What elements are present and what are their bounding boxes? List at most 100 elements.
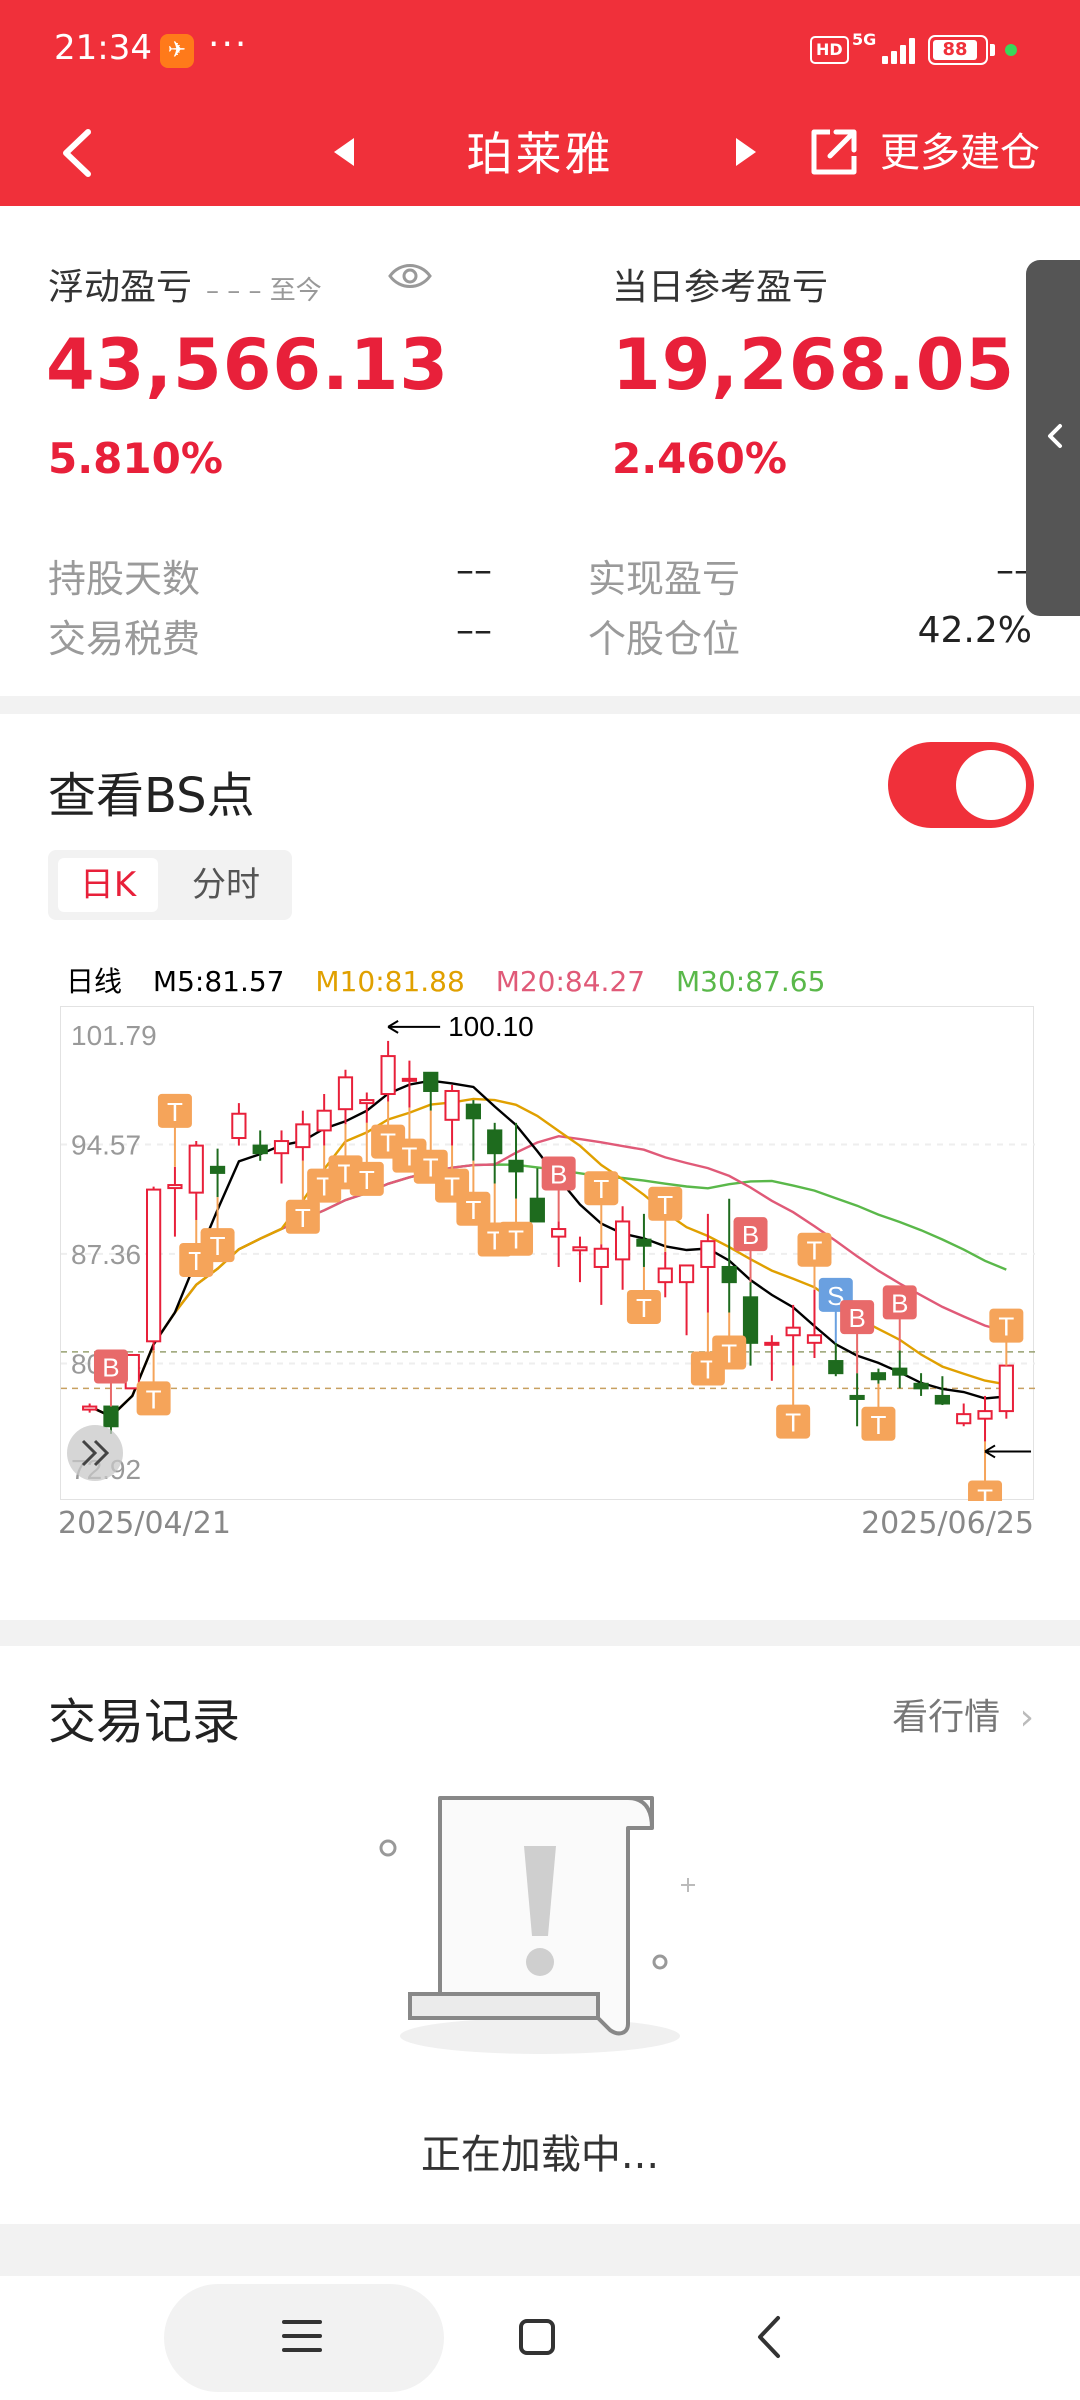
chart-end-date: 2025/06/25: [861, 1506, 1034, 1541]
nav-row: 珀莱雅 更多建仓: [0, 100, 1080, 206]
hold-days-value: ––: [456, 550, 492, 591]
page-title: 珀莱雅: [466, 127, 614, 181]
signal-icon: [880, 36, 920, 64]
candle-body: [465, 1103, 481, 1120]
system-back-icon[interactable]: [754, 2314, 784, 2360]
daily-pl-label: 当日参考盈亏: [612, 267, 829, 308]
eye-icon[interactable]: [386, 258, 434, 294]
candle-body: [742, 1296, 759, 1344]
candle-body: [806, 1334, 823, 1344]
daily-pl-pct: 2.460%: [612, 434, 787, 483]
candle-body: [892, 1367, 908, 1376]
bs-toggle[interactable]: [888, 742, 1034, 828]
ma30-line: [89, 1163, 1007, 1418]
marker-label: T: [593, 1174, 609, 1204]
next-stock-icon[interactable]: [720, 122, 770, 182]
ma20-label: M20:84.27: [495, 965, 646, 998]
candle-body: [273, 1140, 290, 1155]
ma30-label: M30:87.65: [676, 965, 826, 998]
candle-body: [529, 1197, 545, 1223]
top-bar: 21:34 ✈ ··· HD 5G 88 珀莱雅 更多建仓: [0, 0, 1080, 206]
position-ratio-value: 42.2%: [917, 610, 1032, 651]
more-position-button[interactable]: 更多建仓: [806, 118, 1066, 188]
battery-tip: [990, 44, 995, 56]
recent-apps-icon[interactable]: [282, 2318, 322, 2354]
chart-period-tabs: 日K 分时: [48, 850, 292, 920]
candle-body: [401, 1077, 418, 1082]
high-price-label: 100.10: [448, 1011, 534, 1042]
marker-label: T: [977, 1483, 993, 1501]
kline-chart[interactable]: 101.7994.5787.3680.1472.92BTTTTTTTTTTTTT…: [60, 1006, 1035, 1501]
trade-card: 交易记录 看行情 › 正在加载中...: [0, 1646, 1080, 2224]
candle-body: [167, 1184, 183, 1190]
candle-body: [146, 1188, 162, 1343]
more-position-label: 更多建仓: [880, 130, 1040, 176]
bs-card: 查看BS点 日K 分时 日线 M5:81.57 M10:81.88 M20:84…: [0, 714, 1080, 1620]
home-icon[interactable]: [518, 2318, 556, 2356]
floating-pl-range[interactable]: – – – 至今: [206, 276, 322, 306]
marker-label: T: [807, 1236, 823, 1266]
realized-pl-label: 实现盈亏: [588, 557, 741, 601]
view-quote-label: 看行情: [892, 1697, 1001, 1738]
chevron-left-icon: [1048, 424, 1062, 448]
marker-label: T: [465, 1195, 481, 1225]
marker-label: T: [146, 1384, 162, 1414]
floating-pl-pct: 5.810%: [48, 434, 223, 483]
candle-body: [934, 1394, 950, 1405]
candle-body: [359, 1099, 375, 1105]
tax-value: ––: [456, 610, 492, 651]
tab-intraday[interactable]: 分时: [174, 858, 278, 912]
marker-label: B: [891, 1288, 908, 1318]
marker-label: B: [102, 1353, 119, 1383]
candle-body: [231, 1112, 247, 1140]
external-link-icon: [811, 129, 857, 175]
chart-start-date: 2025/04/21: [58, 1506, 231, 1541]
empty-document-icon: [379, 1796, 695, 2054]
back-arrow-icon[interactable]: [52, 118, 112, 188]
candle-body: [572, 1246, 588, 1252]
candle-body: [188, 1144, 204, 1194]
prev-stock-icon[interactable]: [320, 122, 370, 182]
ma-period-label: 日线: [66, 965, 123, 998]
candle-body: [828, 1360, 844, 1375]
candle-body: [870, 1372, 887, 1381]
loading-text: 正在加载中...: [420, 2132, 660, 2178]
candle-body: [913, 1382, 929, 1390]
candle-body: [785, 1326, 801, 1337]
ma5-label: M5:81.57: [152, 965, 285, 998]
candle-body: [849, 1394, 865, 1400]
candle-body: [295, 1123, 311, 1149]
notification-app-icon: ✈: [160, 34, 194, 68]
candle-body: [551, 1228, 567, 1238]
candle-body: [337, 1076, 354, 1111]
daily-pl-value: 19,268.05: [612, 324, 1016, 406]
y-tick-label: 101.79: [71, 1020, 157, 1051]
y-tick-label: 94.57: [71, 1130, 141, 1161]
hd-badge: HD: [810, 36, 849, 64]
side-drawer-handle[interactable]: [1026, 260, 1080, 616]
marker-label: T: [210, 1231, 226, 1261]
candle-body: [82, 1405, 98, 1411]
chevron-right-icon: ›: [1019, 1697, 1034, 1738]
candle-body: [721, 1265, 737, 1284]
candle-body: [487, 1129, 503, 1155]
tab-daily-k[interactable]: 日K: [58, 858, 158, 912]
realized-pl-value: ––: [996, 550, 1032, 591]
ma10-label: M10:81.88: [315, 965, 465, 998]
candle-body: [103, 1405, 119, 1428]
candle-body: [764, 1341, 780, 1346]
marker-label: T: [785, 1408, 801, 1438]
bs-section-title: 查看BS点: [48, 768, 255, 824]
marker-label: T: [657, 1190, 673, 1220]
floating-pl-label: 浮动盈亏 – – – 至今: [48, 258, 322, 310]
battery-icon: 88: [928, 35, 988, 65]
profit-card: 浮动盈亏 – – – 至今 43,566.13 5.810% 当日参考盈亏 19,…: [0, 206, 1080, 696]
status-time: 21:34: [54, 28, 152, 68]
floating-pl-value: 43,566.13: [46, 324, 450, 406]
marker-label: B: [848, 1303, 865, 1333]
marker-label: T: [508, 1225, 524, 1255]
view-quote-link[interactable]: 看行情 ›: [892, 1688, 1034, 1740]
privacy-dot-icon: [1005, 44, 1017, 56]
candle-body: [956, 1413, 972, 1425]
system-nav-bar: [0, 2276, 1080, 2400]
